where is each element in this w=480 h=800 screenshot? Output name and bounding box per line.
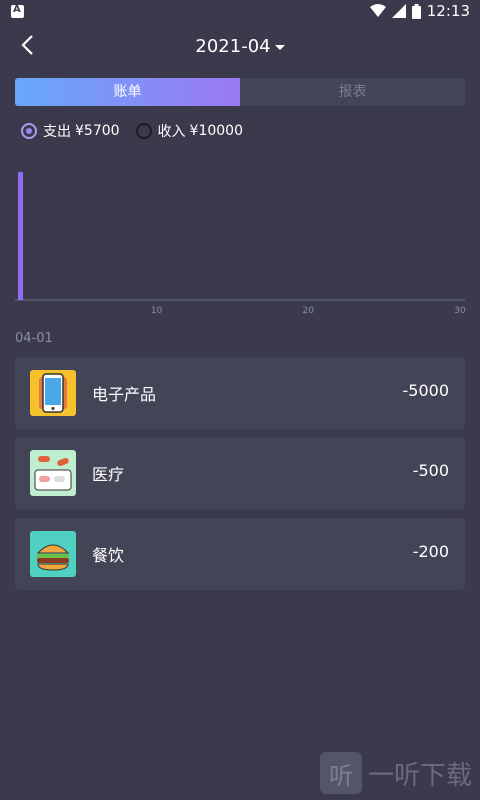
- item-amount: -200: [412, 542, 449, 561]
- income-amount: ¥10000: [189, 123, 243, 139]
- item-amount: -500: [412, 461, 449, 480]
- tab-bill[interactable]: 账单: [15, 78, 240, 106]
- wifi-icon: [369, 4, 386, 17]
- item-category: 电子产品: [92, 385, 157, 404]
- phone-icon: [30, 370, 76, 416]
- chart-bar: [18, 172, 23, 300]
- item-category: 医疗: [92, 465, 125, 484]
- item-category: 餐饮: [92, 546, 125, 565]
- type-filter: 支出 ¥5700 收入 ¥10000: [21, 121, 259, 141]
- item-amount: -5000: [402, 381, 450, 400]
- radio-unselected-icon: [135, 123, 152, 139]
- list-item[interactable]: 电子产品 -5000: [15, 357, 465, 429]
- signal-icon: [391, 4, 406, 18]
- watermark-logo: 听: [319, 752, 362, 794]
- income-radio[interactable]: 收入 ¥10000: [135, 121, 243, 141]
- status-time: 12:13: [426, 2, 470, 20]
- group-date: 04-01: [15, 331, 53, 346]
- income-label: 收入: [157, 124, 186, 140]
- battery-icon: [411, 3, 421, 19]
- list-item[interactable]: 医疗 -500: [15, 437, 465, 509]
- watermark-text: 一听下载: [367, 760, 472, 791]
- daily-chart: 10 20 30: [15, 172, 466, 316]
- medicine-icon: [30, 450, 76, 496]
- x-tick-label: 30: [454, 306, 466, 316]
- watermark: 听 一听下载: [319, 752, 472, 794]
- caret-down-icon: [274, 44, 285, 50]
- header: 2021-04: [0, 24, 480, 70]
- burger-icon: [30, 531, 76, 577]
- x-tick-label: 20: [303, 306, 315, 316]
- status-icons: 12:13: [369, 2, 470, 20]
- radio-selected-icon: [21, 123, 37, 139]
- view-tabs: 账单 报表: [15, 78, 465, 106]
- month-selector[interactable]: 2021-04: [0, 36, 480, 57]
- list-item[interactable]: 餐饮 -200: [15, 518, 465, 590]
- expense-radio[interactable]: 支出 ¥5700: [21, 121, 120, 141]
- month-title: 2021-04: [195, 36, 271, 57]
- expense-amount: ¥5700: [75, 123, 120, 139]
- x-tick-label: 10: [151, 306, 163, 316]
- status-bar: 12:13: [0, 0, 480, 24]
- app-notification-icon: [11, 4, 24, 18]
- expense-label: 支出: [43, 124, 71, 140]
- tab-report[interactable]: 报表: [240, 78, 465, 106]
